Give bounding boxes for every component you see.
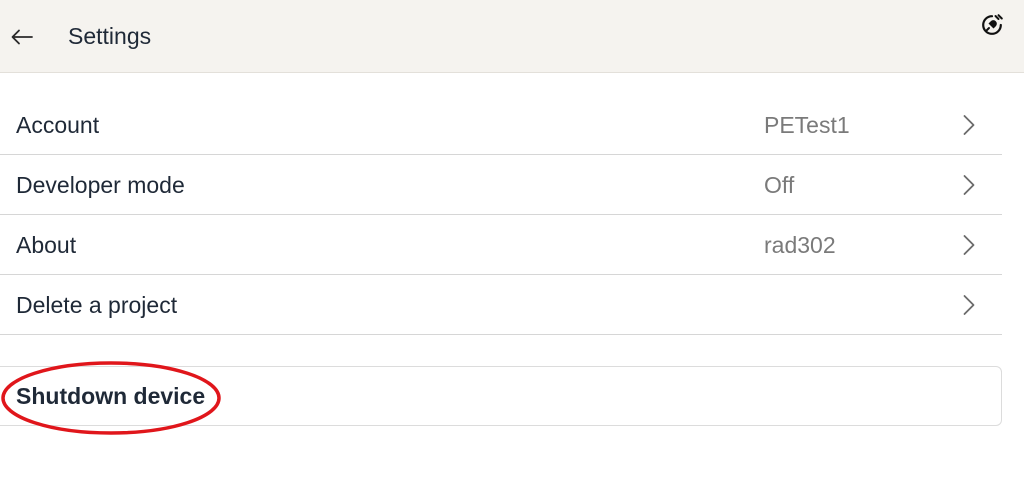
power-button[interactable] <box>978 11 1006 39</box>
settings-list: Account PETest1 Developer mode Off About… <box>0 95 1002 335</box>
back-button[interactable] <box>8 22 36 52</box>
row-label: Developer mode <box>16 172 185 198</box>
row-label: About <box>16 232 77 258</box>
chevron-right-icon <box>958 234 980 256</box>
arrow-left-icon <box>11 29 33 45</box>
shutdown-label: Shutdown device <box>16 383 206 409</box>
row-value: Off <box>764 172 795 198</box>
row-value: rad302 <box>764 232 836 258</box>
chevron-right-icon <box>958 294 980 316</box>
shutdown-device-button[interactable]: Shutdown device <box>0 366 1002 426</box>
settings-row-account[interactable]: Account PETest1 <box>0 95 1002 155</box>
settings-row-about[interactable]: About rad302 <box>0 215 1002 275</box>
row-label: Account <box>16 112 100 138</box>
chevron-right-icon <box>958 174 980 196</box>
page-title: Settings <box>68 23 152 49</box>
row-label: Delete a project <box>16 292 178 318</box>
app-header: Settings <box>0 0 1024 73</box>
settings-row-delete-project[interactable]: Delete a project <box>0 275 1002 335</box>
chevron-right-icon <box>958 114 980 136</box>
row-value: PETest1 <box>764 112 850 138</box>
power-plug-icon <box>982 14 1003 35</box>
settings-row-developer-mode[interactable]: Developer mode Off <box>0 155 1002 215</box>
